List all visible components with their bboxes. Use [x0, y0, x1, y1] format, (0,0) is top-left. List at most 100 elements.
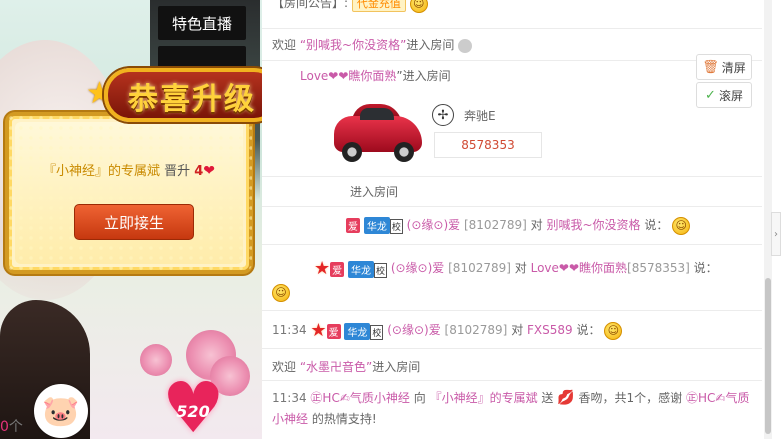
rank-badge: ★ 爱 华龙校 — [310, 320, 384, 341]
send-word: 送 — [541, 391, 554, 405]
clear-screen-button[interactable]: 🗑 清屏 — [696, 54, 752, 80]
car-window — [360, 108, 394, 120]
car-wheel — [394, 142, 414, 162]
heart-icon: ❤ — [203, 163, 216, 179]
level-up-popup: 『小神经』的专属斌 晋升 4❤ 立即接生 — [5, 112, 253, 274]
pig-avatar-icon[interactable]: 🐷 — [34, 384, 88, 438]
welcome-message: 欢迎 “别喊我~你没资格”进入房间 — [272, 36, 473, 53]
chat-message-emoji: ☺ — [272, 284, 290, 302]
banner-title: 恭喜升级 — [128, 82, 256, 117]
car-brand: 奔驰E — [464, 109, 496, 123]
gift-count: 0个 — [0, 416, 23, 436]
tongue-emoji-icon: ☺ — [272, 284, 290, 302]
target-name[interactable]: 别喊我~你没资格 — [546, 218, 640, 232]
to-word: 对 — [514, 261, 527, 275]
sender-id: [8102789] — [463, 218, 527, 232]
divider — [262, 310, 762, 311]
school-badge: 校 — [373, 263, 387, 278]
benz-logo-icon: ✢ — [432, 104, 454, 126]
target-name[interactable]: Love❤❤瞧你面熟 — [531, 261, 627, 275]
welcome-message: Love❤❤瞧你面熟”进入房间 — [300, 67, 451, 84]
level-up-owner: 『小神经』的专属斌 — [42, 164, 160, 179]
gift-recipient[interactable]: 『小神经』的专属斌 — [430, 391, 538, 405]
welcome-message: 进入房间 — [350, 183, 398, 200]
collapse-panel-arrow-icon[interactable]: › — [771, 212, 781, 256]
room-notice-badge[interactable]: 代金充值 — [351, 0, 406, 12]
hualong-badge: 华龙 — [363, 217, 390, 234]
gift-sender[interactable]: ㊣HC✍气质小神经 — [310, 391, 409, 405]
welcome-prefix: 欢迎 — [272, 360, 300, 374]
to-word: 对 — [530, 218, 543, 232]
school-badge: 校 — [370, 325, 384, 340]
sender-name[interactable]: (⊙缘⊙)爱 — [387, 323, 440, 337]
target-id: [8578353] — [627, 261, 690, 275]
gift-name: 香吻，共1个，感谢 — [578, 391, 683, 405]
welcome-user[interactable]: “水墨卍音色” — [300, 360, 372, 374]
auto-scroll-button[interactable]: ✓ 滚屏 — [696, 82, 752, 108]
divider — [262, 244, 762, 245]
welcome-suffix: 进入房间 — [372, 360, 421, 374]
smile-emoji-icon: ☺ — [409, 0, 428, 13]
said-word: 说： — [644, 218, 669, 232]
hualong-badge: 华龙 — [347, 261, 374, 278]
tongue-emoji-icon: ☺ — [672, 216, 691, 235]
sender-name[interactable]: (⊙缘⊙)爱 — [407, 218, 460, 232]
chat-message: 爱 华龙校 (⊙缘⊙)爱 [8102789] 对 别喊我~你没资格 说： ☺ — [346, 216, 691, 235]
tongue-emoji-icon: ☺ — [604, 321, 623, 340]
heart-gift-icon[interactable]: ♥ 520 — [162, 373, 225, 439]
sender-name[interactable]: (⊙缘⊙)爱 — [391, 261, 444, 275]
room-notice-label: 【房间公告】: — [272, 0, 349, 10]
car-wheel — [342, 142, 362, 162]
auto-scroll-label: 滚屏 — [718, 88, 743, 103]
featured-live-button[interactable]: 特色直播 — [158, 6, 246, 40]
said-word: 说： — [576, 323, 601, 337]
target-name[interactable]: FXS589 — [527, 323, 573, 337]
heart-value: 520 — [176, 402, 210, 421]
hualong-badge: 华龙 — [344, 323, 371, 340]
message-time: 11:34 — [272, 391, 307, 405]
clear-screen-label: 清屏 — [721, 60, 746, 75]
level-up-panel — [15, 122, 243, 264]
divider — [262, 206, 762, 207]
level-up-promote-text: 晋升 — [159, 164, 195, 179]
welcome-message: 欢迎 “水墨卍音色”进入房间 — [272, 358, 420, 375]
gift-message: 11:34 ㊣HC✍气质小神经 向 『小神经』的专属斌 送 💋 香吻，共1个，感… — [272, 389, 749, 406]
car-owner-id[interactable]: 8578353 — [434, 132, 542, 158]
apple-icon — [458, 38, 473, 53]
check-icon: ✓ — [705, 87, 716, 103]
welcome-user[interactable]: Love❤❤瞧你面熟 — [300, 69, 396, 83]
gift-message-cont: 小神经 的热情支持! — [272, 410, 377, 427]
welcome-suffix: 进入房间 — [350, 185, 399, 199]
chat-scrollbar-thumb[interactable] — [765, 278, 771, 434]
rank-star-icon: ★ — [310, 320, 327, 341]
thanked-user[interactable]: 小神经 — [272, 412, 308, 426]
welcome-suffix: 进入房间 — [406, 38, 455, 52]
divider — [262, 60, 762, 61]
accept-button[interactable]: 立即接生 — [74, 204, 194, 240]
welcome-suffix: ”进入房间 — [396, 69, 451, 83]
thanks-tail: 的热情支持! — [311, 412, 377, 426]
divider — [262, 380, 762, 381]
ai-badge: 爱 — [330, 262, 345, 277]
welcome-user[interactable]: “别喊我~你没资格” — [300, 38, 407, 52]
thanked-user[interactable]: ㊣HC✍气质 — [686, 391, 749, 405]
ai-badge: 爱 — [326, 324, 341, 339]
divider — [262, 176, 762, 177]
rank-badge: 爱 华龙校 — [346, 217, 403, 234]
trash-icon: 🗑 — [702, 59, 719, 75]
welcome-prefix: 欢迎 — [272, 38, 300, 52]
chat-panel: 【房间公告】: 代金充值 ☺ 欢迎 “别喊我~你没资格”进入房间 Love❤❤瞧… — [262, 0, 781, 439]
to-word: 向 — [413, 391, 426, 405]
chat-message: ★ 爱 华龙校 (⊙缘⊙)爱 [8102789] 对 Love❤❤瞧你面熟[857… — [314, 258, 718, 279]
chat-message: 11:34 ★ 爱 华龙校 (⊙缘⊙)爱 [8102789] 对 FXS589 说… — [272, 320, 623, 341]
room-notice: 【房间公告】: 代金充值 ☺ — [272, 0, 428, 13]
sender-id: [8102789] — [448, 261, 511, 275]
kiss-lips-icon: 💋 — [557, 390, 575, 406]
divider — [262, 28, 762, 29]
car-icon — [332, 98, 424, 168]
gift-count-number: 0 — [0, 419, 9, 435]
level-up-message: 『小神经』的专属斌 晋升 4❤ — [9, 160, 249, 179]
rank-star-icon: ★ — [314, 258, 331, 279]
level-up-level: 4 — [194, 164, 204, 179]
message-time: 11:34 — [272, 323, 307, 337]
